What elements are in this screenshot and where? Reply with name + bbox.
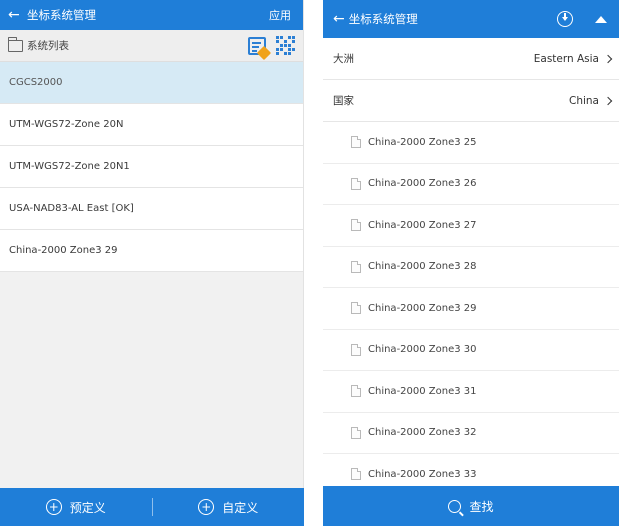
crs-item-label: China-2000 Zone3 28 [368, 261, 477, 273]
bottom-action-bar: + 预定义 + 自定义 [0, 488, 304, 526]
continent-value: Eastern Asia [533, 52, 599, 65]
list-title: 系统列表 [27, 40, 69, 52]
crs-item-label: China-2000 Zone3 27 [368, 219, 477, 231]
crs-item-label: China-2000 Zone3 25 [368, 136, 477, 148]
document-icon [351, 426, 361, 439]
continent-label: 大洲 [333, 53, 354, 65]
continent-selector[interactable]: 大洲 Eastern Asia [323, 38, 619, 80]
search-label: 查找 [469, 499, 494, 514]
chevron-right-icon [603, 96, 613, 105]
crs-item-label: China-2000 Zone3 32 [368, 427, 477, 439]
chevron-right-icon [603, 54, 613, 63]
crs-item-label: China-2000 Zone3 30 [368, 344, 477, 356]
system-list-item[interactable]: USA-NAD83-AL East [OK] [0, 188, 303, 230]
coordinate-system-list: China-2000 Zone3 25 China-2000 Zone3 26 … [323, 122, 619, 496]
list-toolbar: 系统列表 [0, 30, 303, 62]
system-list-item-selected[interactable]: CGCS2000 [0, 62, 303, 104]
collapse-up-icon[interactable] [595, 15, 607, 23]
back-arrow-icon[interactable]: ← [8, 7, 24, 23]
document-icon [351, 260, 361, 273]
document-icon [351, 343, 361, 356]
document-icon [351, 219, 361, 232]
country-value: China [569, 94, 599, 107]
crs-list-item[interactable]: China-2000 Zone3 31 [323, 371, 619, 413]
country-selector[interactable]: 国家 China [323, 80, 619, 122]
qr-code-icon[interactable] [276, 36, 295, 55]
custom-label: 自定义 [222, 500, 259, 515]
crs-list-item[interactable]: China-2000 Zone3 28 [323, 247, 619, 288]
system-list: CGCS2000 UTM-WGS72-Zone 20N UTM-WGS72-Zo… [0, 62, 303, 272]
add-circle-icon: + [198, 499, 215, 515]
predefined-button[interactable]: + 预定义 [0, 499, 152, 516]
crs-item-label: China-2000 Zone3 26 [368, 178, 477, 190]
search-icon [448, 499, 462, 513]
country-label: 国家 [333, 95, 354, 107]
document-icon [351, 468, 361, 481]
crs-list-item[interactable]: China-2000 Zone3 32 [323, 413, 619, 454]
page-title: 坐标系统管理 [348, 12, 418, 26]
top-bar: ← 坐标系统管理 应用 [0, 0, 303, 30]
edit-list-icon[interactable] [248, 36, 272, 60]
predefined-system-browser-screen: ← 坐标系统管理 大洲 Eastern Asia 国家 China China-… [323, 0, 619, 526]
document-icon [351, 177, 361, 190]
system-list-item[interactable]: UTM-WGS72-Zone 20N1 [0, 146, 303, 188]
system-list-item[interactable]: China-2000 Zone3 29 [0, 230, 303, 272]
download-icon[interactable] [557, 11, 573, 27]
predefined-label: 预定义 [69, 500, 106, 515]
back-arrow-icon[interactable]: ← [333, 11, 345, 27]
crs-item-label: China-2000 Zone3 33 [368, 468, 477, 480]
coordinate-system-list-screen: ← 坐标系统管理 应用 系统列表 CGCS2000 UTM-WGS72-Zone… [0, 0, 304, 526]
search-button[interactable]: 查找 [323, 486, 619, 526]
top-bar: ← 坐标系统管理 [323, 0, 619, 38]
crs-list-item[interactable]: China-2000 Zone3 25 [323, 122, 619, 164]
crs-item-label: China-2000 Zone3 29 [368, 302, 477, 314]
system-list-item[interactable]: UTM-WGS72-Zone 20N [0, 104, 303, 146]
crs-list-item[interactable]: China-2000 Zone3 30 [323, 330, 619, 371]
folder-icon [7, 36, 23, 52]
page-title: 坐标系统管理 [27, 8, 96, 22]
document-icon [351, 302, 361, 315]
crs-list-item[interactable]: China-2000 Zone3 29 [323, 288, 619, 330]
apply-button[interactable]: 应用 [269, 7, 295, 23]
document-icon [351, 385, 361, 398]
custom-button[interactable]: + 自定义 [153, 499, 305, 516]
crs-list-item[interactable]: China-2000 Zone3 26 [323, 164, 619, 205]
crs-list-item[interactable]: China-2000 Zone3 27 [323, 205, 619, 247]
document-icon [351, 136, 361, 149]
add-circle-icon: + [45, 499, 62, 515]
crs-item-label: China-2000 Zone3 31 [368, 385, 477, 397]
